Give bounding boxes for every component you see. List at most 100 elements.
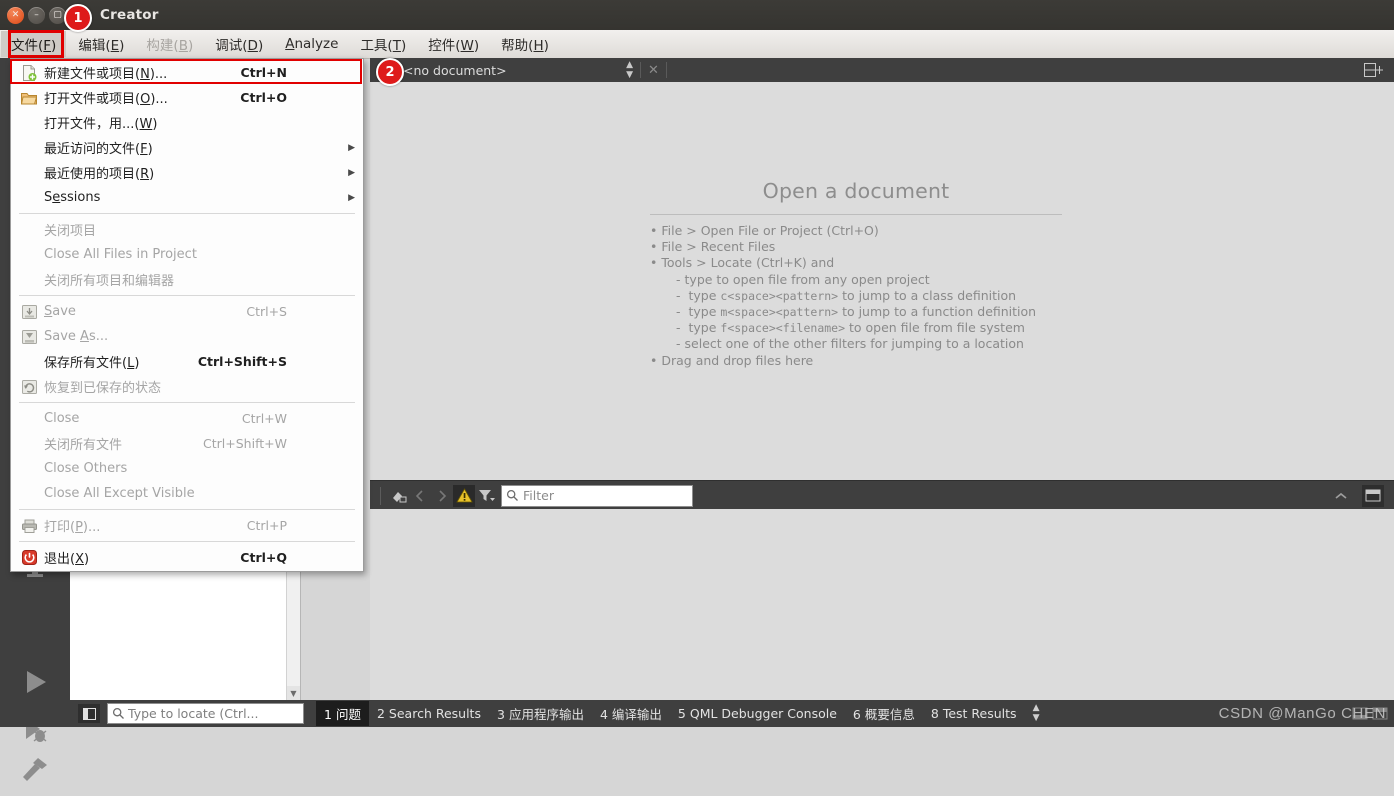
menu-help[interactable]: 帮助(H) bbox=[491, 31, 559, 57]
power-icon bbox=[19, 549, 39, 566]
menu-item-label: Close All Files in Project bbox=[44, 247, 197, 262]
show-warnings-button[interactable] bbox=[453, 484, 475, 507]
output-tab-test-results[interactable]: 8 Test Results bbox=[923, 703, 1025, 724]
menu-item-shortcut: Ctrl+S bbox=[246, 304, 287, 319]
hammer-icon bbox=[20, 755, 50, 785]
filter-button[interactable] bbox=[475, 485, 497, 507]
menu-item-close: Close Ctrl+W bbox=[11, 406, 363, 431]
menu-separator bbox=[19, 295, 355, 296]
play-icon bbox=[20, 667, 50, 697]
menu-item-label: 关闭所有项目和编辑器 bbox=[44, 274, 175, 289]
menu-item-recent-files[interactable]: 最近访问的文件(F) ▶ bbox=[11, 135, 363, 160]
output-pane bbox=[370, 509, 1394, 700]
output-tab-search-results[interactable]: 2 Search Results bbox=[369, 703, 489, 724]
menu-item-save-all[interactable]: 保存所有文件(L) Ctrl+Shift+S bbox=[11, 349, 363, 374]
menu-separator bbox=[19, 541, 355, 542]
menu-item-save: Save Ctrl+S bbox=[11, 299, 363, 324]
hint-line: • Tools > Locate (Ctrl+K) and bbox=[650, 255, 835, 271]
menu-separator bbox=[19, 402, 355, 403]
output-tabs-overflow-button[interactable]: ▲ ▼ bbox=[1033, 704, 1040, 723]
menu-item-recent-projects[interactable]: 最近使用的项目(R) ▶ bbox=[11, 160, 363, 185]
output-tab-compile-output[interactable]: 4 编译输出 bbox=[592, 701, 670, 726]
menu-item-print: 打印(P)... Ctrl+P bbox=[11, 513, 363, 538]
minimize-window-button[interactable]: – bbox=[28, 6, 45, 24]
menu-item-new-file-or-project[interactable]: 新建文件或项目(N)... Ctrl+N bbox=[11, 60, 363, 85]
menu-item-label: Sessions bbox=[44, 190, 101, 205]
scroll-down-icon[interactable]: ▼ bbox=[287, 686, 300, 700]
menu-item-open-file-or-project[interactable]: 打开文件或项目(O)... Ctrl+O bbox=[11, 85, 363, 110]
menu-debug[interactable]: 调试(D) bbox=[205, 31, 273, 57]
file-menu-dropdown: 新建文件或项目(N)... Ctrl+N 打开文件或项目(O)... Ctrl+… bbox=[10, 58, 364, 572]
clear-output-button[interactable] bbox=[387, 485, 409, 507]
menu-item-shortcut: Ctrl+P bbox=[246, 518, 287, 533]
menu-item-label: 打印(P)... bbox=[44, 520, 101, 535]
no-icon bbox=[19, 189, 39, 206]
menu-item-close-others: Close Others bbox=[11, 456, 363, 481]
submenu-arrow-icon: ▶ bbox=[348, 192, 355, 203]
open-document-title: Open a document bbox=[762, 179, 950, 203]
menu-item-label: Save bbox=[44, 304, 76, 319]
build-mode-button[interactable] bbox=[0, 744, 70, 796]
collapse-up-icon bbox=[1334, 491, 1348, 501]
tabbar-divider bbox=[640, 62, 641, 78]
new-file-icon bbox=[19, 64, 39, 81]
menu-item-label: 恢复到已保存的状态 bbox=[44, 381, 162, 396]
close-document-button[interactable]: ✕ bbox=[648, 63, 659, 78]
locator-field[interactable]: Type to locate (Ctrl... bbox=[107, 703, 304, 724]
maximize-output-button[interactable] bbox=[1362, 484, 1384, 507]
output-tab-overview[interactable]: 6 概要信息 bbox=[845, 701, 923, 726]
menu-build: 构建(B) bbox=[146, 38, 194, 54]
menu-item-shortcut: Ctrl+W bbox=[241, 411, 287, 426]
menu-item-label: 最近访问的文件(F) bbox=[44, 142, 153, 157]
no-icon bbox=[19, 460, 39, 477]
hint-subline: - type m<space><pattern> to jump to a fu… bbox=[676, 304, 1037, 320]
menu-item-label: 最近使用的项目(R) bbox=[44, 167, 155, 182]
annotation-badge-2: 2 bbox=[376, 58, 404, 86]
menu-analyze[interactable]: Analyze bbox=[275, 33, 348, 55]
editor-area[interactable]: Open a document • File > Open File or Pro… bbox=[370, 82, 1394, 480]
menu-item-quit[interactable]: 退出(X) Ctrl+Q bbox=[11, 545, 363, 570]
maximize-pane-icon bbox=[1365, 489, 1381, 502]
menu-item-close-all-files-in-project: Close All Files in Project bbox=[11, 242, 363, 267]
menu-item-open-file-with[interactable]: 打开文件，用...(W) bbox=[11, 110, 363, 135]
warning-icon bbox=[455, 488, 473, 503]
next-item-button[interactable] bbox=[431, 485, 453, 507]
menu-edit[interactable]: 编辑(E) bbox=[68, 31, 134, 57]
chevron-updown-icon[interactable]: ▲ ▼ bbox=[626, 60, 633, 80]
toggle-sidebar-button[interactable] bbox=[78, 704, 100, 723]
output-pane-toolbar: Filter bbox=[370, 480, 1394, 510]
hint-subline: - type to open file from any open project bbox=[676, 271, 930, 287]
output-tab-qml-debugger[interactable]: 5 QML Debugger Console bbox=[670, 703, 845, 724]
output-tab-problems[interactable]: 1 问题 bbox=[316, 701, 369, 726]
split-editor-button[interactable] bbox=[1364, 62, 1383, 78]
tabbar-divider-2 bbox=[665, 62, 667, 78]
menu-item-label: 关闭所有文件 bbox=[44, 438, 123, 453]
open-document-hint: Open a document • File > Open File or Pro… bbox=[650, 179, 1062, 369]
hint-subline: - select one of the other filters for jum… bbox=[676, 336, 1024, 352]
menu-tools[interactable]: 工具(T) bbox=[350, 31, 416, 57]
no-icon bbox=[19, 246, 39, 263]
title-bar: ✕ – ▢ Creator bbox=[0, 0, 1394, 30]
menu-separator bbox=[19, 509, 355, 510]
search-icon bbox=[506, 489, 519, 502]
output-filter-field[interactable]: Filter bbox=[501, 484, 693, 507]
menu-file[interactable]: 文件(F) bbox=[1, 31, 67, 57]
menu-item-label: 打开文件或项目(O)... bbox=[44, 92, 168, 107]
collapse-output-button[interactable] bbox=[1330, 485, 1352, 507]
hint-line: • Drag and drop files here bbox=[650, 352, 814, 368]
filter-funnel-icon bbox=[478, 488, 495, 503]
previous-item-button[interactable] bbox=[409, 485, 431, 507]
menu-item-sessions[interactable]: Sessions ▶ bbox=[11, 185, 363, 210]
close-window-button[interactable]: ✕ bbox=[7, 6, 24, 24]
hint-subline: - type c<space><pattern> to jump to a cl… bbox=[676, 287, 1017, 303]
hint-subline: - type f<space><filename> to open file f… bbox=[676, 320, 1025, 336]
open-folder-icon bbox=[19, 89, 39, 106]
print-icon bbox=[19, 517, 39, 534]
save-icon bbox=[19, 303, 39, 320]
output-filter-placeholder: Filter bbox=[523, 488, 554, 503]
editor-tab-bar: <no document> ▲ ▼ ✕ bbox=[370, 58, 1394, 83]
toolbar-divider bbox=[380, 486, 381, 505]
document-selector[interactable]: <no document> ▲ ▼ bbox=[403, 60, 633, 80]
output-tab-app-output[interactable]: 3 应用程序输出 bbox=[489, 701, 592, 726]
menu-widgets[interactable]: 控件(W) bbox=[418, 31, 489, 57]
